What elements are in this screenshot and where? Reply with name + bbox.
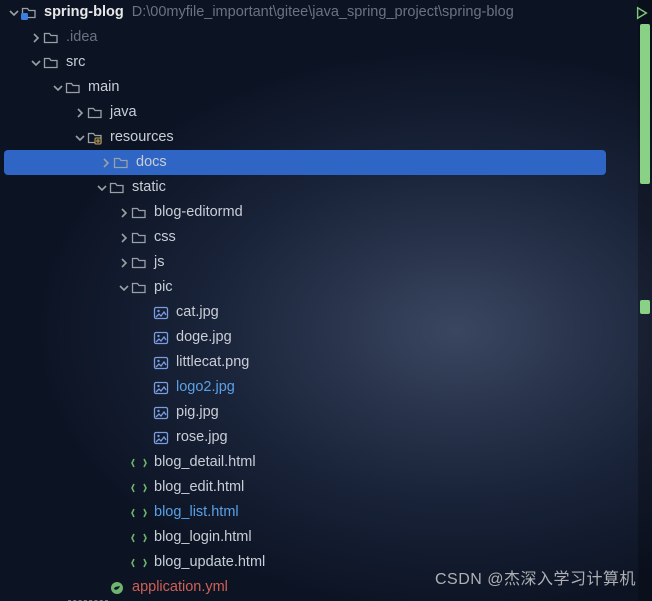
chevron-down-icon[interactable]: [74, 133, 86, 143]
chevron-right-icon[interactable]: [30, 33, 42, 43]
chevron-right-icon[interactable]: [100, 158, 112, 168]
tree-label: blog_edit.html: [154, 475, 244, 500]
dir-src[interactable]: src: [0, 50, 652, 75]
image-icon: [152, 330, 170, 346]
module-icon: [20, 5, 38, 21]
image-icon: [152, 380, 170, 396]
tree-label: java: [110, 100, 137, 125]
chevron-right-icon[interactable]: [118, 258, 130, 268]
chevron-down-icon[interactable]: [96, 183, 108, 193]
chevron-down-icon[interactable]: [52, 83, 64, 93]
project-tree[interactable]: spring-blog D:\00myfile_important\gitee\j…: [0, 0, 652, 600]
tree-label: css: [154, 225, 176, 250]
html-icon: [130, 480, 148, 496]
chevron-right-icon[interactable]: [118, 233, 130, 243]
image-icon: [152, 430, 170, 446]
gutter-mark: [640, 24, 650, 184]
tree-label: static: [132, 175, 166, 200]
folder-icon: [42, 30, 60, 46]
folder-icon: [86, 105, 104, 121]
dir-idea[interactable]: .idea: [0, 25, 652, 50]
folder-icon: [130, 255, 148, 271]
chevron-right-icon[interactable]: [118, 208, 130, 218]
change-gutter: [638, 0, 652, 601]
dir-static[interactable]: static: [0, 175, 652, 200]
folder-res-icon: [86, 130, 104, 146]
dir-java[interactable]: java: [0, 100, 652, 125]
tree-label: logo2.jpg: [176, 375, 235, 400]
tree-label: .idea: [66, 25, 97, 50]
tree-label: docs: [136, 150, 167, 175]
folder-icon: [130, 280, 148, 296]
image-icon: [152, 355, 170, 371]
html-icon: [130, 555, 148, 571]
gutter-mark: [640, 300, 650, 314]
html-icon: [130, 455, 148, 471]
html-icon: [130, 505, 148, 521]
dir-docs[interactable]: docs: [4, 150, 606, 175]
dir-blog-editormd[interactable]: blog-editormd: [0, 200, 652, 225]
dir-main[interactable]: main: [0, 75, 652, 100]
file-littlecat[interactable]: littlecat.png: [0, 350, 652, 375]
file-pig[interactable]: pig.jpg: [0, 400, 652, 425]
tree-label: src: [66, 50, 85, 75]
folder-icon: [112, 155, 130, 171]
tree-label: littlecat.png: [176, 350, 249, 375]
tree-label: rose.jpg: [176, 425, 228, 450]
file-blog-edit[interactable]: blog_edit.html: [0, 475, 652, 500]
chevron-right-icon[interactable]: [74, 108, 86, 118]
chevron-down-icon[interactable]: [8, 8, 20, 18]
tree-label: blog_detail.html: [154, 450, 256, 475]
tree-label: js: [154, 250, 164, 275]
tree-label: blog_update.html: [154, 550, 265, 575]
folder-icon: [108, 180, 126, 196]
file-blog-detail[interactable]: blog_detail.html: [0, 450, 652, 475]
tree-label: blog_login.html: [154, 525, 252, 550]
tree-label: blog_list.html: [154, 500, 239, 525]
watermark: CSDN @杰深入学习计算机: [435, 565, 636, 589]
folder-icon: [64, 80, 82, 96]
tree-label: spring-blog: [44, 0, 124, 25]
project-root[interactable]: spring-blog D:\00myfile_important\gitee\j…: [0, 0, 652, 25]
file-logo2[interactable]: logo2.jpg: [0, 375, 652, 400]
dir-pic[interactable]: pic: [0, 275, 652, 300]
chevron-down-icon[interactable]: [30, 58, 42, 68]
tree-label: main: [88, 75, 119, 100]
dir-css[interactable]: css: [0, 225, 652, 250]
run-icon[interactable]: [635, 6, 649, 24]
spring-icon: [108, 580, 126, 596]
tree-label: application.yml: [132, 575, 228, 600]
file-blog-login[interactable]: blog_login.html: [0, 525, 652, 550]
tree-label: cat.jpg: [176, 300, 219, 325]
image-icon: [152, 305, 170, 321]
file-cat[interactable]: cat.jpg: [0, 300, 652, 325]
dir-js[interactable]: js: [0, 250, 652, 275]
dir-resources[interactable]: resources: [0, 125, 652, 150]
image-icon: [152, 405, 170, 421]
folder-icon: [130, 205, 148, 221]
chevron-down-icon[interactable]: [118, 283, 130, 293]
file-blog-list[interactable]: blog_list.html: [0, 500, 652, 525]
tree-label: resources: [110, 125, 174, 150]
tree-label: pic: [154, 275, 173, 300]
html-icon: [130, 530, 148, 546]
folder-icon: [42, 55, 60, 71]
tree-label: blog-editormd: [154, 200, 243, 225]
folder-icon: [130, 230, 148, 246]
tree-label: pig.jpg: [176, 400, 219, 425]
file-doge[interactable]: doge.jpg: [0, 325, 652, 350]
tree-label: doge.jpg: [176, 325, 232, 350]
file-rose[interactable]: rose.jpg: [0, 425, 652, 450]
project-path: D:\00myfile_important\gitee\java_spring_…: [132, 0, 514, 25]
